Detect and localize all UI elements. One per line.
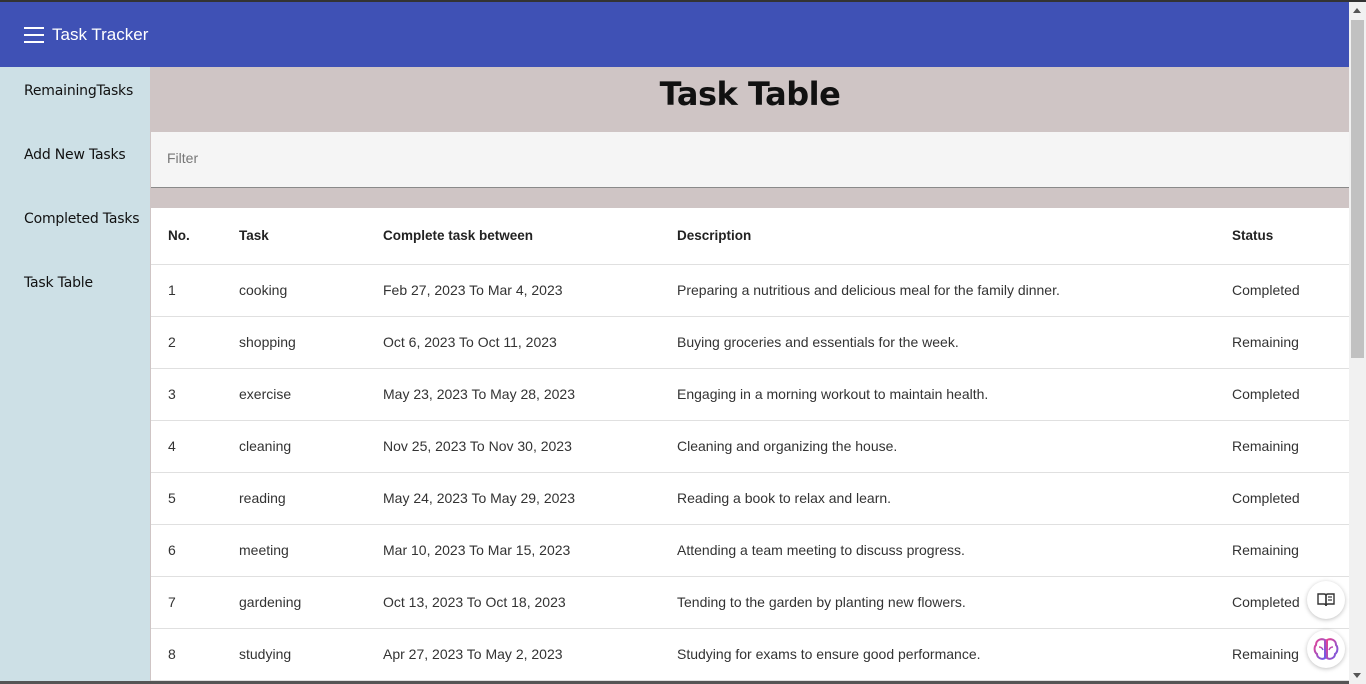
cell-status: Completed	[1232, 264, 1349, 317]
table-row[interactable]: 2 shopping Oct 6, 2023 To Oct 11, 2023 Buyi…	[151, 316, 1349, 369]
cell-date-range: May 23, 2023 To May 28, 2023	[383, 368, 677, 421]
page-scrollbar[interactable]	[1349, 2, 1366, 684]
column-header-task[interactable]: Task	[239, 208, 383, 265]
cell-status: Remaining	[1232, 316, 1349, 369]
table-row[interactable]: 5 reading May 24, 2023 To May 29, 2023 Read…	[151, 472, 1349, 525]
cell-date-range: Oct 13, 2023 To Oct 18, 2023	[383, 576, 677, 629]
column-header-date-range[interactable]: Complete task between	[383, 208, 677, 265]
cell-date-range: Nov 25, 2023 To Nov 30, 2023	[383, 420, 677, 473]
menu-icon[interactable]	[24, 26, 44, 43]
brain-icon	[1313, 638, 1339, 660]
cell-task: studying	[239, 628, 383, 681]
scroll-thumb[interactable]	[1351, 20, 1364, 358]
cell-date-range: Mar 10, 2023 To Mar 15, 2023	[383, 524, 677, 577]
app-title: Task Tracker	[52, 24, 149, 44]
sidebar-item-task-table[interactable]: Task Table	[24, 275, 93, 291]
cell-no: 5	[151, 472, 239, 525]
reader-mode-icon	[1317, 593, 1335, 607]
cell-date-range: Feb 27, 2023 To Mar 4, 2023	[383, 264, 677, 317]
table-row[interactable]: 7 gardening Oct 13, 2023 To Oct 18, 2023 Te…	[151, 576, 1349, 629]
table-body: 1 cooking Feb 27, 2023 To Mar 4, 2023 Prepa…	[151, 264, 1349, 681]
filter-input[interactable]	[167, 150, 1317, 166]
cell-no: 2	[151, 316, 239, 369]
cell-description: Attending a team meeting to discuss prog…	[677, 524, 1232, 577]
sidebar: RemainingTasks Add New Tasks Completed T…	[0, 67, 150, 684]
cell-description: Studying for exams to ensure good perfor…	[677, 628, 1232, 681]
cell-task: exercise	[239, 368, 383, 421]
cell-task: cooking	[239, 264, 383, 317]
table-row[interactable]: 3 exercise May 23, 2023 To May 28, 2023 Eng…	[151, 368, 1349, 421]
reader-mode-button[interactable]	[1307, 581, 1345, 619]
sidebar-item-add-new-tasks[interactable]: Add New Tasks	[24, 147, 126, 163]
cell-no: 4	[151, 420, 239, 473]
cell-task: meeting	[239, 524, 383, 577]
cell-no: 3	[151, 368, 239, 421]
cell-status: Completed	[1232, 472, 1349, 525]
scroll-up-arrow-icon[interactable]	[1353, 8, 1361, 13]
main-content: Task Table No. Task Complete task betwee…	[151, 67, 1349, 684]
cell-date-range: May 24, 2023 To May 29, 2023	[383, 472, 677, 525]
cell-task: shopping	[239, 316, 383, 369]
table-row[interactable]: 4 cleaning Nov 25, 2023 To Nov 30, 2023 Cle…	[151, 420, 1349, 473]
cell-description: Cleaning and organizing the house.	[677, 420, 1232, 473]
cell-task: cleaning	[239, 420, 383, 473]
column-header-no[interactable]: No.	[151, 208, 239, 265]
column-header-description[interactable]: Description	[677, 208, 1232, 265]
column-header-status[interactable]: Status	[1232, 208, 1349, 265]
filter-field[interactable]	[151, 132, 1349, 188]
table-header-row: No. Task Complete task between Descripti…	[151, 208, 1349, 265]
cell-status: Remaining	[1232, 524, 1349, 577]
app-bar: Task Tracker	[0, 2, 1366, 67]
cell-description: Preparing a nutritious and delicious mea…	[677, 264, 1232, 317]
cell-no: 6	[151, 524, 239, 577]
task-table: No. Task Complete task between Descripti…	[151, 208, 1349, 684]
cell-status: Completed	[1232, 368, 1349, 421]
page-title: Task Table	[659, 75, 841, 113]
scroll-down-arrow-icon[interactable]	[1353, 673, 1361, 678]
table-row[interactable]: 6 meeting Mar 10, 2023 To Mar 15, 2023 Atte…	[151, 524, 1349, 577]
cell-description: Engaging in a morning workout to maintai…	[677, 368, 1232, 421]
cell-task: reading	[239, 472, 383, 525]
cell-description: Tending to the garden by planting new fl…	[677, 576, 1232, 629]
sidebar-item-remaining-tasks[interactable]: RemainingTasks	[24, 83, 133, 99]
cell-date-range: Apr 27, 2023 To May 2, 2023	[383, 628, 677, 681]
table-row[interactable]: 8 studying Apr 27, 2023 To May 2, 2023 Stud…	[151, 628, 1349, 681]
cell-description: Reading a book to relax and learn.	[677, 472, 1232, 525]
cell-task: gardening	[239, 576, 383, 629]
cell-no: 1	[151, 264, 239, 317]
cell-no: 7	[151, 576, 239, 629]
cell-no: 8	[151, 628, 239, 681]
sidebar-item-completed-tasks[interactable]: Completed Tasks	[24, 211, 140, 227]
cell-description: Buying groceries and essentials for the …	[677, 316, 1232, 369]
table-row[interactable]: 1 cooking Feb 27, 2023 To Mar 4, 2023 Prepa…	[151, 264, 1349, 317]
ai-assistant-button[interactable]	[1307, 630, 1345, 668]
cell-status: Remaining	[1232, 420, 1349, 473]
cell-date-range: Oct 6, 2023 To Oct 11, 2023	[383, 316, 677, 369]
